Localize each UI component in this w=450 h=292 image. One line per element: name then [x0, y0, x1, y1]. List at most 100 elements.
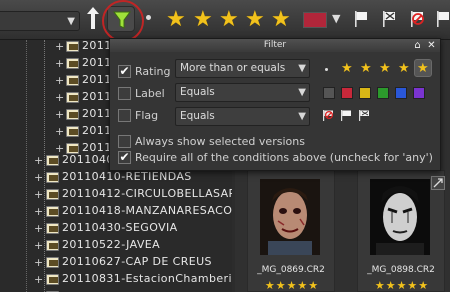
tree-item-label: 20110412-CIRCULOBELLASARTE — [62, 187, 232, 200]
tree-item[interactable]: + 20110831-EstacionChamberi — [0, 271, 232, 288]
folder-icon — [66, 58, 79, 69]
expand-icon[interactable]: + — [34, 274, 43, 285]
require-all-label: Require all of the conditions above (unc… — [135, 151, 433, 164]
expand-icon[interactable]: + — [34, 240, 43, 251]
folder-icon — [66, 109, 79, 120]
label-checkbox[interactable] — [118, 87, 131, 100]
tree-item-label: 2011040 — [62, 153, 114, 166]
tree-item-label: 2011 — [82, 56, 112, 69]
tree-item[interactable]: + 20110430-SEGOVIA — [0, 220, 232, 237]
expand-icon[interactable]: + — [34, 189, 43, 200]
star-3-icon[interactable]: ★ — [219, 9, 239, 31]
folder-icon — [46, 223, 59, 234]
flag-icon[interactable] — [352, 10, 370, 28]
folder-icon — [46, 155, 59, 166]
tree-item[interactable]: + — [0, 288, 232, 292]
color-label-swatch[interactable] — [303, 12, 327, 28]
label-operator-select[interactable]: Equals ▼ — [175, 83, 310, 102]
tree-item[interactable]: + 20110627-CAP DE CREUS — [0, 254, 232, 271]
expand-icon[interactable]: + — [55, 92, 64, 103]
rating-label: Rating — [135, 65, 171, 78]
tree-item-label: 20110410-RETIENDAS — [62, 170, 192, 183]
tree-item[interactable]: + 20110522-JAVEA — [0, 237, 232, 254]
folder-icon — [46, 206, 59, 217]
expand-icon[interactable]: + — [34, 257, 43, 268]
highlight-circle — [102, 0, 144, 42]
color-label-none[interactable] — [323, 87, 335, 99]
up-arrow-icon[interactable] — [86, 6, 100, 37]
expand-icon[interactable]: + — [34, 172, 43, 183]
no-rating-dot-icon[interactable] — [146, 15, 151, 20]
chevron-down-icon: ▼ — [298, 63, 306, 74]
close-icon[interactable]: ✕ — [426, 40, 437, 51]
tree-item-label: 2011 — [82, 40, 112, 52]
thumbnail-rating: ★★★★★ — [374, 279, 430, 292]
tree-item-label: 20110831-EstacionChamberi — [62, 272, 232, 285]
unflag-icon[interactable] — [358, 109, 371, 122]
color-label-yellow[interactable] — [359, 87, 371, 99]
star-4-icon[interactable]: ★ — [245, 9, 265, 31]
tree-item[interactable]: + 20110418-MANZANARESACOTC — [0, 203, 232, 220]
tree-item-label: 20110522-JAVEA — [62, 238, 161, 251]
star-5-selected-button[interactable]: ★ — [414, 59, 432, 77]
always-show-label: Always show selected versions — [135, 135, 305, 148]
label-label: Label — [135, 87, 165, 100]
no-rating-dot-icon[interactable] — [325, 68, 328, 71]
expand-icon[interactable]: + — [34, 223, 43, 234]
photo-thumbnail — [260, 179, 320, 255]
flag-icon[interactable] — [340, 109, 353, 122]
tree-item[interactable]: + 20110412-CIRCULOBELLASARTE — [0, 186, 232, 203]
expand-icon[interactable]: + — [55, 41, 64, 52]
expand-icon[interactable]: + — [55, 109, 64, 120]
rejected-flag-icon[interactable] — [322, 109, 335, 122]
folder-icon — [66, 92, 79, 103]
color-label-red[interactable] — [341, 87, 353, 99]
tree-item-label: 20110430-SEGOVIA — [62, 221, 178, 234]
tree-item-label: 20110418-MANZANARESACOTC — [62, 204, 232, 217]
expand-icon[interactable]: + — [55, 126, 64, 137]
flag-checkbox[interactable] — [118, 109, 131, 122]
star-4-icon[interactable]: ★ — [398, 62, 410, 75]
expand-icon[interactable]: + — [55, 58, 64, 69]
flag-operator-select[interactable]: Equals ▼ — [175, 107, 310, 126]
star-5-icon[interactable]: ★ — [271, 9, 291, 31]
star-5-icon: ★ — [417, 61, 429, 76]
tree-item-label: 2011 — [82, 90, 112, 103]
rating-operator-value: More than or equals — [180, 62, 286, 74]
color-label-purple[interactable] — [413, 87, 425, 99]
collection-combo[interactable]: ▼ — [0, 11, 80, 31]
color-label-blue[interactable] — [395, 87, 407, 99]
rating-checkbox[interactable]: ✔ — [118, 65, 131, 78]
home-icon[interactable]: ⌂ — [412, 40, 423, 51]
tree-item-label: 20110627-CAP DE CREUS — [62, 255, 212, 268]
reject-icon[interactable] — [408, 10, 426, 28]
star-1-icon[interactable]: ★ — [341, 62, 353, 75]
thumbnail[interactable]: _MG_0869.CR2 ★★★★★ — [247, 170, 335, 292]
filter-title: Filter — [110, 39, 440, 52]
photo-thumbnail — [370, 179, 430, 255]
chevron-down-icon[interactable]: ▼ — [332, 12, 340, 25]
expand-icon[interactable]: + — [34, 155, 43, 166]
expand-arrows-icon[interactable] — [431, 176, 445, 190]
always-show-checkbox[interactable] — [118, 135, 131, 148]
chevron-down-icon: ▼ — [67, 16, 75, 27]
expand-icon[interactable]: + — [55, 75, 64, 86]
star-1-icon[interactable]: ★ — [166, 9, 186, 31]
star-2-icon[interactable]: ★ — [193, 9, 213, 31]
chevron-down-icon: ▼ — [298, 111, 306, 122]
folder-icon — [46, 172, 59, 183]
expand-icon[interactable]: + — [34, 206, 43, 217]
folder-icon — [46, 189, 59, 200]
tree-item[interactable]: + 20110410-RETIENDAS — [0, 169, 232, 186]
unflag-icon[interactable] — [380, 10, 398, 28]
star-2-icon[interactable]: ★ — [360, 62, 372, 75]
star-3-icon[interactable]: ★ — [379, 62, 391, 75]
rating-operator-select[interactable]: More than or equals ▼ — [175, 59, 310, 78]
filter-dialog: Filter ⌂ ✕ ✔ Rating More than or equals … — [109, 38, 441, 171]
color-label-green[interactable] — [377, 87, 389, 99]
folder-icon — [66, 41, 79, 52]
require-all-checkbox[interactable]: ✔ — [118, 151, 131, 164]
reject-flag-icon[interactable] — [434, 10, 450, 28]
folder-icon — [66, 75, 79, 86]
label-operator-value: Equals — [180, 86, 215, 98]
